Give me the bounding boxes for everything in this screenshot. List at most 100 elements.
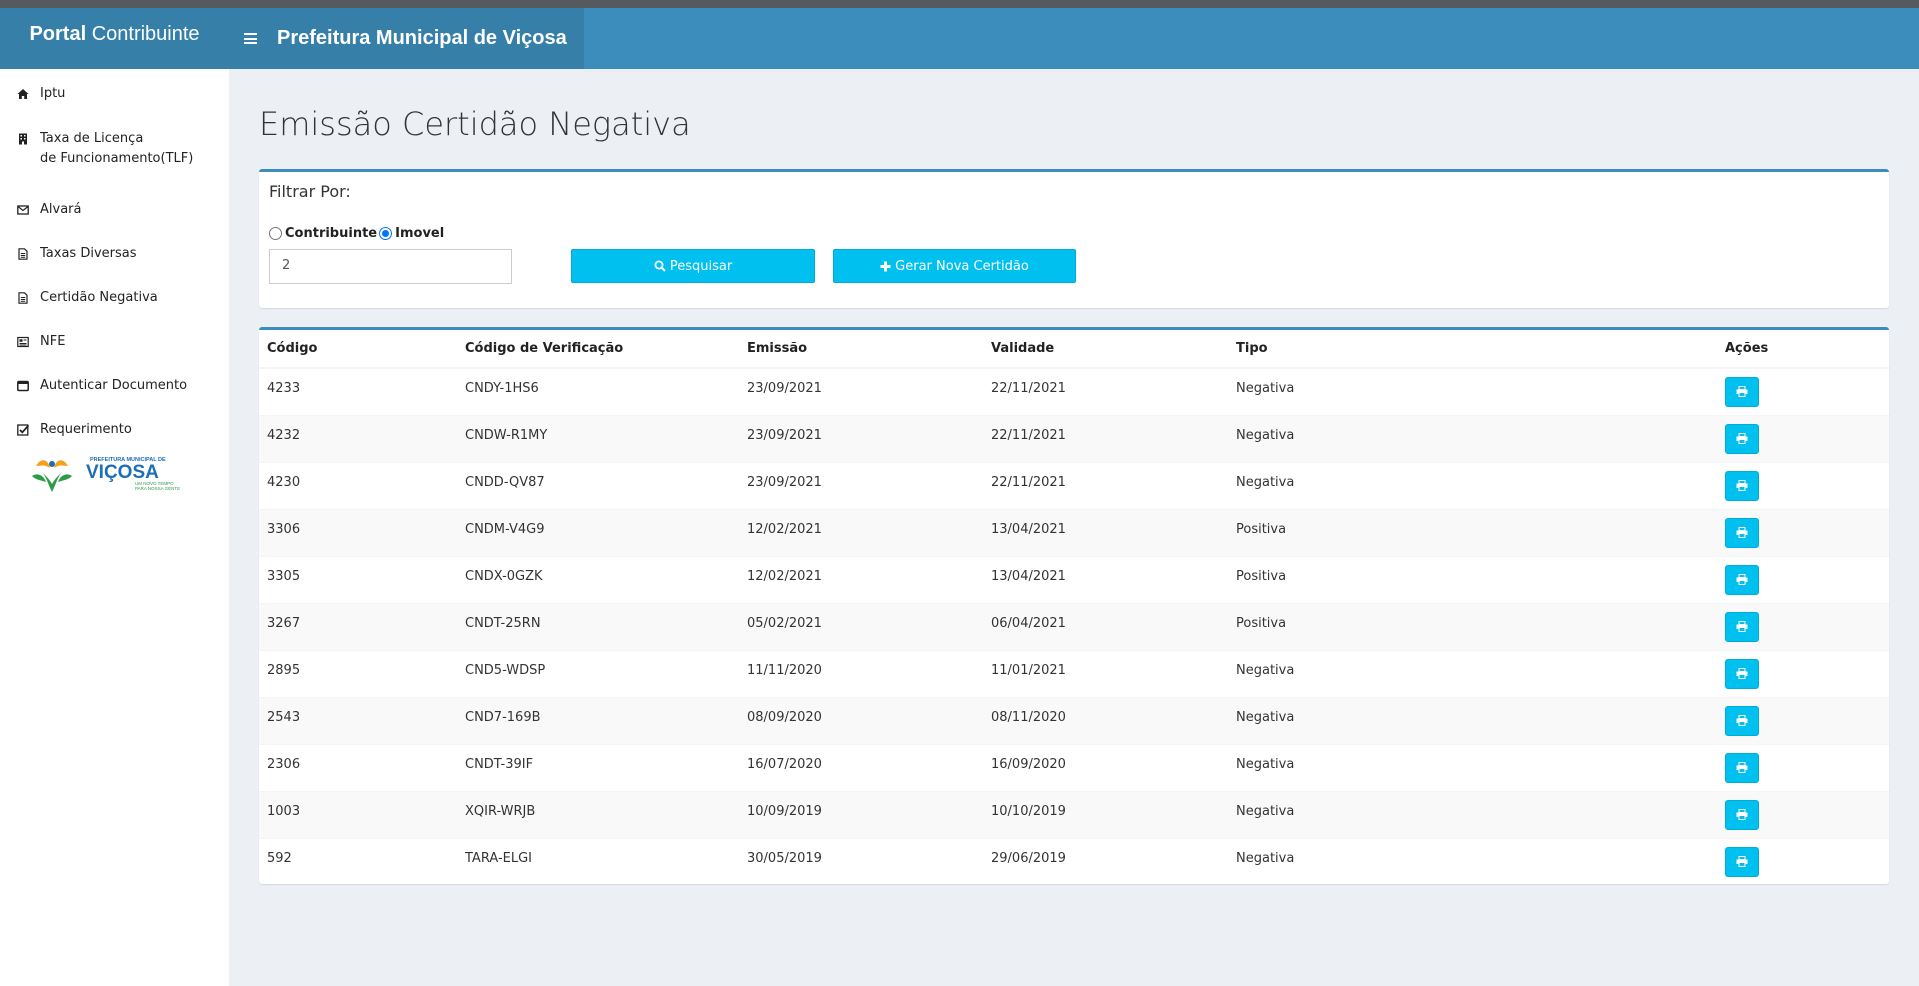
radio-imovel[interactable] [379,227,393,240]
cell-codigo: 4233 [259,367,457,415]
cell-emissao: 23/09/2021 [739,414,983,462]
file-text-icon [18,292,28,304]
print-icon [1736,621,1748,632]
cell-acoes [1717,743,1889,791]
print-button[interactable] [1725,799,1759,830]
generate-button-label: Gerar Nova Certidão [895,258,1029,274]
cell-emissao: 16/07/2020 [739,743,983,791]
cell-emissao: 10/09/2019 [739,790,983,838]
print-icon [1736,715,1748,726]
col-codigo[interactable]: Código [259,330,457,369]
table-header-row: Código Código de Verificação Emissão Val… [259,330,1889,369]
cell-tipo: Negativa [1228,367,1717,415]
sidebar-item-taxas-diversas[interactable]: Taxas Diversas [17,246,137,264]
file-text-icon [18,248,28,260]
cell-tipo: Positiva [1228,555,1717,603]
print-icon [1736,386,1748,398]
print-button[interactable] [1725,517,1759,548]
col-verificacao[interactable]: Código de Verificação [457,330,739,369]
cell-tipo: Positiva [1228,602,1717,650]
filter-panel: Filtrar Por: Contribuinte Imovel 2 Pesqu… [259,169,1889,308]
radio-contribuinte[interactable] [269,227,282,240]
cell-verificacao: CNDX-0GZK [457,555,739,603]
cell-validade: 10/10/2019 [983,790,1228,838]
search-input[interactable]: 2 [269,249,512,284]
cell-acoes [1717,461,1889,509]
cell-verificacao: CND5-WDSP [457,649,739,697]
sidebar-item-tlf[interactable]: Taxa de Licença de Funcionamento(TLF) [17,131,193,169]
cell-validade: 13/04/2021 [983,555,1228,603]
sidebar-item-alvara[interactable]: Alvará [17,202,81,220]
cell-verificacao: CND7-169B [457,696,739,744]
cell-tipo: Positiva [1228,508,1717,556]
print-button[interactable] [1725,611,1759,642]
filter-options: Contribuinte Imovel [269,226,446,241]
cell-emissao: 12/02/2021 [739,508,983,556]
generate-certificate-button[interactable]: Gerar Nova Certidão [833,249,1076,283]
sidebar-item-label: Iptu [40,86,66,101]
cell-codigo: 2895 [259,649,457,697]
cell-codigo: 2306 [259,743,457,791]
cell-validade: 06/04/2021 [983,602,1228,650]
col-tipo[interactable]: Tipo [1228,330,1717,369]
check-square-icon [17,424,29,436]
portal-logo[interactable]: Portal Contribuinte [0,8,229,69]
cell-emissao: 05/02/2021 [739,602,983,650]
radio-imovel-label: Imovel [395,226,445,241]
cell-codigo: 592 [259,837,457,885]
page-title: Emissão Certidão Negativa [259,105,691,143]
sidebar-item-label: NFE [40,334,66,349]
col-emissao[interactable]: Emissão [739,330,983,369]
cell-codigo: 1003 [259,790,457,838]
table-row: 2543 CND7-169B 08/09/2020 08/11/2020 Negativ… [259,696,1889,744]
cell-tipo: Negativa [1228,414,1717,462]
print-button[interactable] [1725,376,1759,407]
cell-verificacao: CNDM-V4G9 [457,508,739,556]
certificates-table-panel: Código Código de Verificação Emissão Val… [259,327,1889,885]
sidebar-item-iptu[interactable]: Iptu [17,86,65,104]
sidebar-item-certidao-negativa[interactable]: Certidão Negativa [17,290,158,308]
print-button[interactable] [1725,846,1759,877]
header-title: Prefeitura Municipal de Viçosa [277,27,567,49]
cell-validade: 08/11/2020 [983,696,1228,744]
print-icon [1736,762,1748,773]
sidebar-item-requerimento[interactable]: Requerimento [17,422,132,440]
sidebar-item-label-line2: de Funcionamento(TLF) [40,151,194,166]
navbar: Prefeitura Municipal de Viçosa [229,8,584,69]
cell-codigo: 2543 [259,696,457,744]
radio-contribuinte-label: Contribuinte [285,226,378,241]
cell-codigo: 4232 [259,414,457,462]
certificates-table: Código Código de Verificação Emissão Val… [259,330,1889,885]
search-icon [654,260,666,272]
table-row: 4230 CNDD-QV87 23/09/2021 22/11/2021 Negativ… [259,461,1889,509]
cell-verificacao: CNDT-25RN [457,602,739,650]
search-button[interactable]: Pesquisar [571,249,815,283]
plus-icon [880,261,891,271]
print-button[interactable] [1725,658,1759,689]
cell-codigo: 3306 [259,508,457,556]
svg-text:VIÇOSA: VIÇOSA [86,462,159,483]
building-icon [19,133,27,145]
hamburger-menu-icon[interactable] [244,33,257,44]
print-button[interactable] [1725,470,1759,501]
cell-acoes [1717,790,1889,838]
browser-top-strip [0,0,1919,8]
print-button[interactable] [1725,705,1759,736]
table-row: 2306 CNDT-39IF 16/07/2020 16/09/2020 Negativ… [259,743,1889,791]
cell-acoes [1717,508,1889,556]
cell-tipo: Negativa [1228,790,1717,838]
brand-rest: Contribuinte [91,23,200,45]
sidebar-item-nfe[interactable]: NFE [17,334,65,352]
sidebar-item-autenticar-documento[interactable]: Autenticar Documento [17,378,187,396]
print-button[interactable] [1725,752,1759,783]
print-button[interactable] [1725,423,1759,454]
print-icon [1736,480,1748,491]
cell-verificacao: CNDD-QV87 [457,461,739,509]
cell-tipo: Negativa [1228,837,1717,885]
col-validade[interactable]: Validade [983,330,1228,369]
cell-verificacao: CNDT-39IF [457,743,739,791]
main-content: Emissão Certidão Negativa Filtrar Por: C… [229,69,1919,986]
cell-tipo: Negativa [1228,649,1717,697]
print-icon [1736,433,1748,444]
print-button[interactable] [1725,564,1759,595]
